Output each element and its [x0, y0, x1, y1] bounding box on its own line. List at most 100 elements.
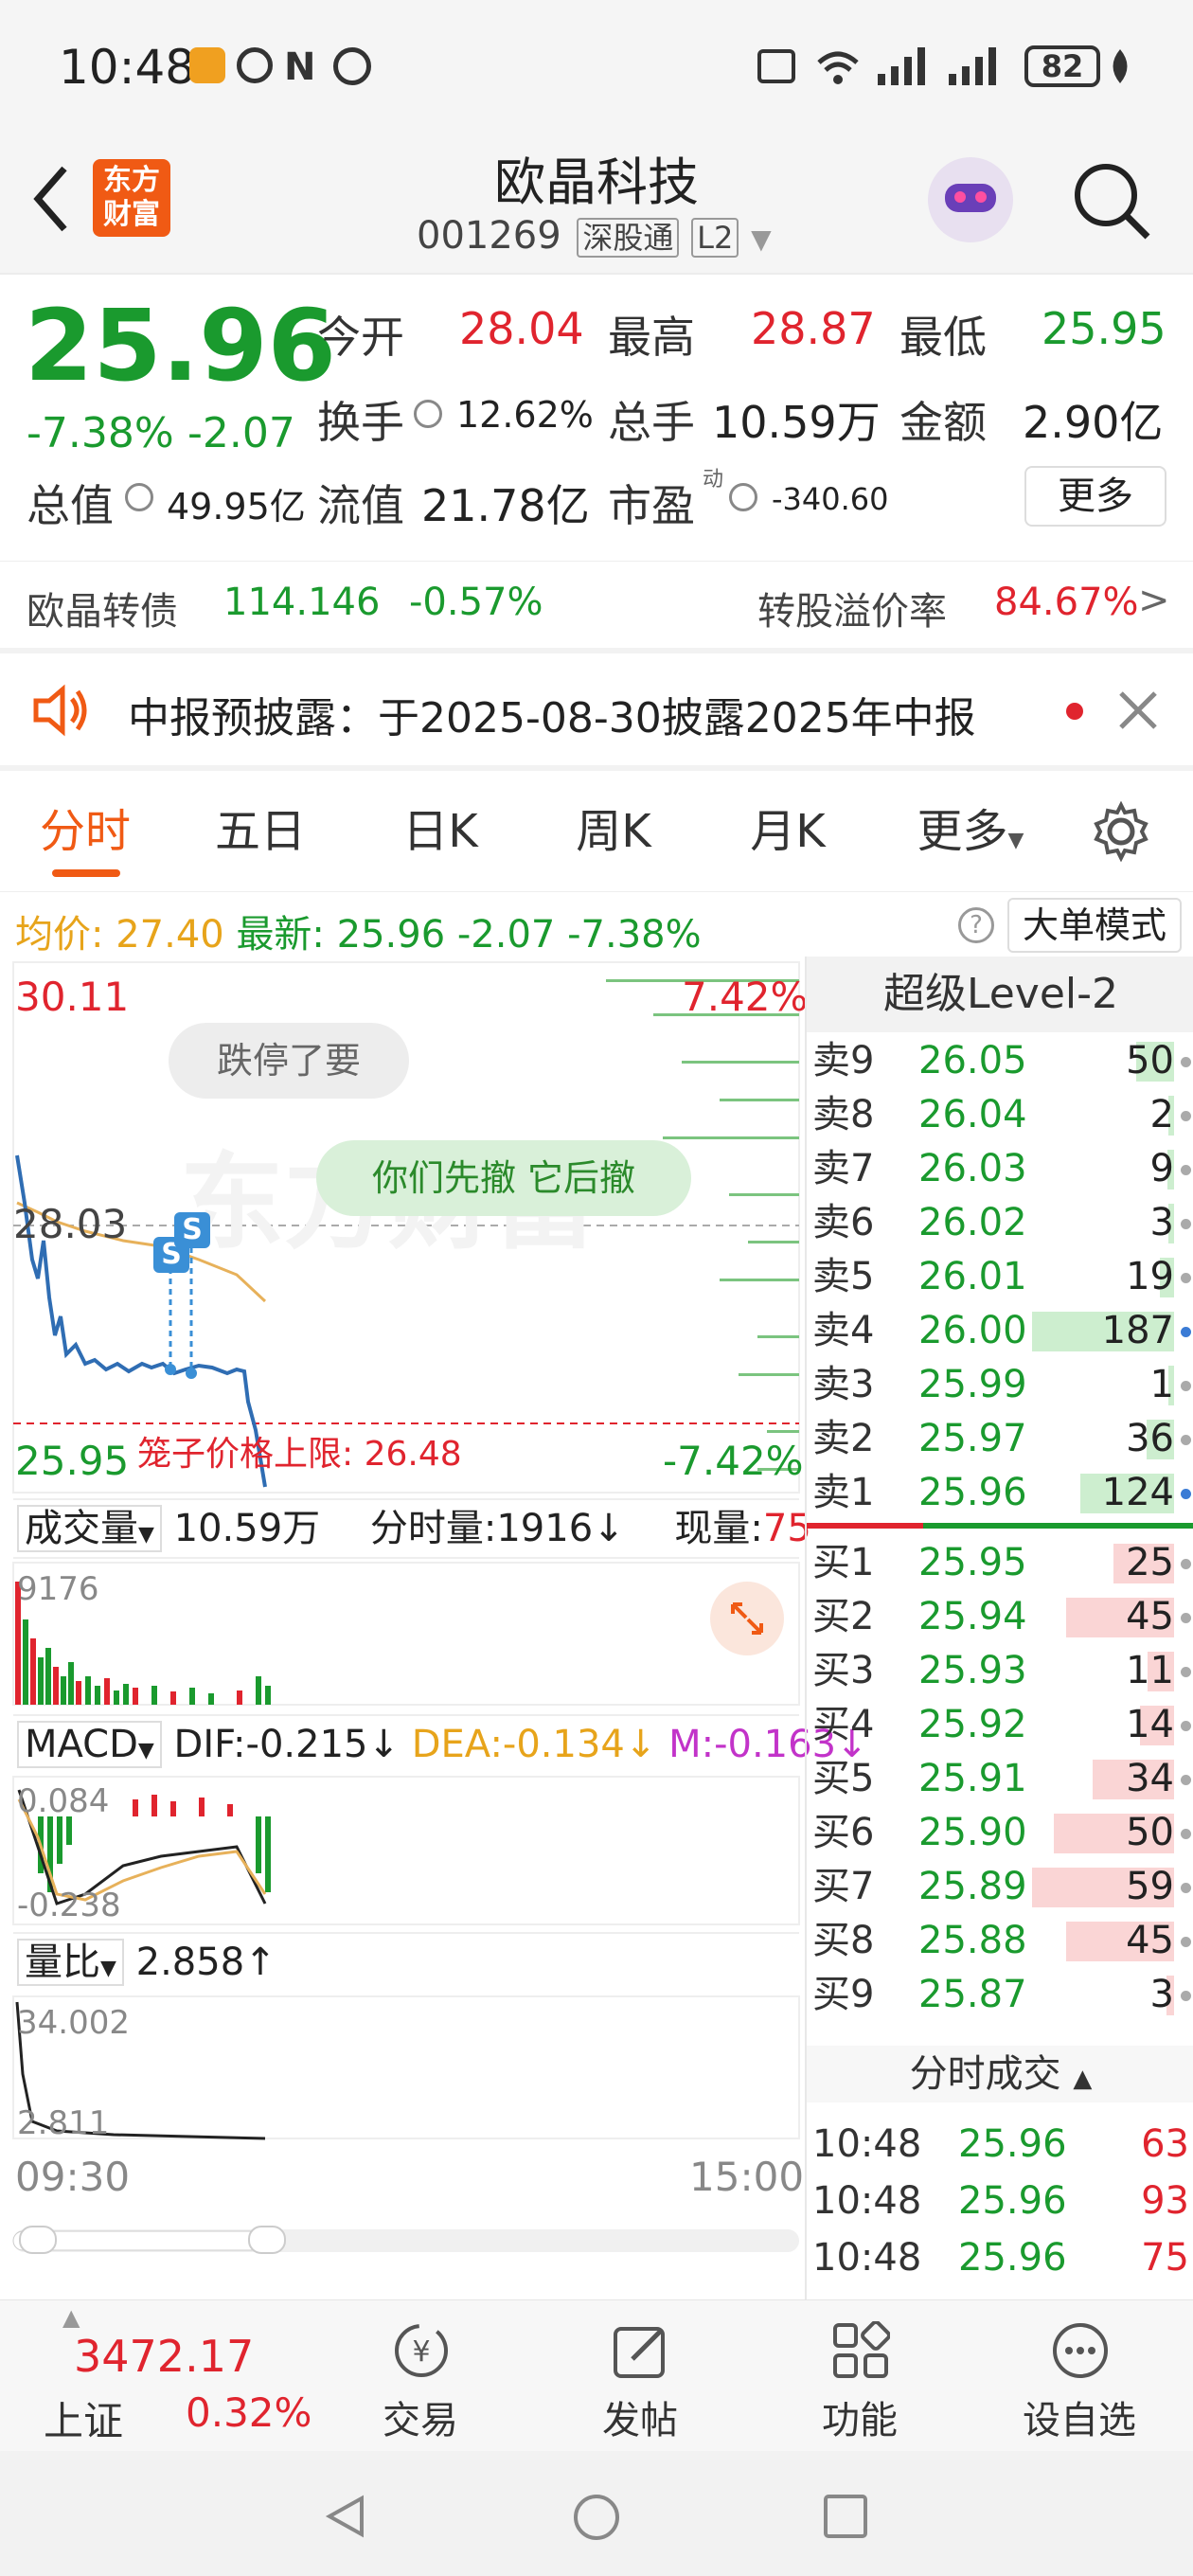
bid-level-label: 买7	[812, 1865, 875, 1908]
trades-header[interactable]: 分时成交 ▲	[807, 2046, 1193, 2102]
bid-row[interactable]: 买4 25.92 14	[807, 1698, 1193, 1752]
bid-row[interactable]: 买1 25.95 25	[807, 1536, 1193, 1590]
convertible-bond-row[interactable]: 欧晶转债 114.146 -0.57% 转股溢价率 84.67% >	[0, 561, 1193, 648]
book-divider	[807, 1523, 1193, 1529]
tab-more[interactable]: 更多▼	[899, 771, 1042, 892]
level-dot-icon	[1181, 1165, 1191, 1175]
alarm-icon	[333, 47, 371, 85]
nav-function[interactable]: 功能	[765, 2300, 954, 2452]
ask-price: 26.02	[918, 1201, 1027, 1244]
gear-icon[interactable]	[1091, 801, 1151, 862]
search-icon[interactable]	[1070, 159, 1155, 244]
sell-marker-icon[interactable]: S	[174, 1212, 210, 1248]
ask-level-label: 卖9	[812, 1039, 875, 1082]
index-name[interactable]: 上证	[44, 2389, 123, 2447]
chart-bottom-pct: -7.42%	[663, 1438, 804, 1484]
ask-volume: 19	[1126, 1255, 1174, 1298]
ask-row[interactable]: 卖4 26.00 187	[807, 1304, 1193, 1358]
ask-price: 26.03	[918, 1147, 1027, 1190]
level-dot-icon	[1181, 1489, 1191, 1499]
close-icon[interactable]	[1117, 689, 1159, 731]
bid-row[interactable]: 买8 25.88 45	[807, 1914, 1193, 1968]
low-value: 25.95	[1042, 303, 1166, 354]
level2-title[interactable]: 超级Level-2	[807, 957, 1193, 1032]
robot-avatar[interactable]	[928, 157, 1013, 242]
ask-row[interactable]: 卖9 26.05 50	[807, 1034, 1193, 1088]
macd-dea: DEA:-0.134↓	[411, 1723, 657, 1766]
turnover-label: 换手	[317, 397, 404, 448]
info-icon[interactable]	[414, 400, 442, 428]
expand-button[interactable]	[710, 1582, 784, 1655]
tab-5day[interactable]: 五日	[194, 771, 327, 892]
bid-row[interactable]: 买6 25.90 50	[807, 1806, 1193, 1860]
ratio-dropdown[interactable]: 量比▼	[17, 1939, 124, 1986]
big-order-mode-button[interactable]: 大单模式	[1007, 898, 1182, 953]
trade-price: 25.96	[958, 2122, 1067, 2166]
volume-header: 成交量▼ 10.59万 分时量:1916↓ 现量:75	[13, 1498, 811, 1559]
comment-bubble-1[interactable]: 跌停了要	[169, 1023, 409, 1099]
bid-volume: 45	[1126, 1595, 1174, 1638]
ask-row[interactable]: 卖2 25.97 36	[807, 1412, 1193, 1466]
tab-monthly[interactable]: 月K	[721, 771, 854, 892]
ask-row[interactable]: 卖6 26.02 3	[807, 1196, 1193, 1250]
notice-bar[interactable]: 中报预披露：于2025-08-30披露2025年中报	[0, 653, 1193, 765]
comment-bubble-2[interactable]: 你们先撤 它后撤	[316, 1140, 691, 1216]
nav-add-watch[interactable]: 设自选	[985, 2300, 1174, 2452]
bid-level-label: 买1	[812, 1541, 875, 1584]
nav-trade[interactable]: ¥ 交易	[326, 2300, 515, 2452]
bid-price: 25.90	[918, 1811, 1027, 1854]
nav-post[interactable]: 发帖	[545, 2300, 735, 2452]
avg-label: 均价:	[15, 913, 104, 957]
volume-label: 总手	[608, 397, 695, 448]
last-price: 25.96	[25, 288, 336, 403]
bid-row[interactable]: 买9 25.87 3	[807, 1968, 1193, 2022]
vol-total: 10.59万	[173, 1507, 321, 1550]
macd-dropdown[interactable]: MACD▼	[17, 1721, 162, 1768]
ask-volume: 36	[1126, 1417, 1174, 1460]
amount-value: 2.90亿	[1023, 397, 1164, 448]
watch-label: 设自选	[1023, 2399, 1136, 2442]
ask-row[interactable]: 卖5 26.01 19	[807, 1250, 1193, 1304]
mktcap-info-icon[interactable]	[125, 483, 153, 511]
bid-row[interactable]: 买5 25.91 34	[807, 1752, 1193, 1806]
back-triangle-icon[interactable]	[322, 2493, 369, 2540]
bid-row[interactable]: 买3 25.93 11	[807, 1644, 1193, 1698]
bid-row[interactable]: 买2 25.94 45	[807, 1590, 1193, 1644]
ask-level-label: 卖5	[812, 1255, 875, 1298]
svg-text:¥: ¥	[412, 2335, 430, 2369]
wifi-icon	[817, 51, 859, 84]
battery-icon: 82	[1024, 45, 1100, 87]
help-icon[interactable]: ?	[958, 907, 994, 943]
vibrate-icon	[757, 49, 795, 83]
last-value: 25.96	[336, 913, 446, 957]
intraday-chart-area[interactable]: 30.11 7.42% 28.03 25.95 -7.42% 东方财富 跌停了要…	[0, 957, 868, 2301]
volume-dropdown[interactable]: 成交量▼	[17, 1505, 162, 1552]
pe-info-icon[interactable]	[729, 483, 757, 511]
level-dot-icon	[1181, 1057, 1191, 1067]
more-button[interactable]: 更多	[1024, 466, 1166, 527]
home-circle-icon[interactable]	[572, 2493, 621, 2542]
ask-volume: 124	[1101, 1471, 1174, 1514]
tab-weekly[interactable]: 周K	[547, 771, 680, 892]
stock-code-row[interactable]: 001269 深股通 L2 ▼	[417, 214, 772, 261]
tab-indicator	[52, 869, 120, 877]
grid-icon	[833, 2321, 890, 2378]
scroll-handle-left[interactable]	[19, 2226, 57, 2254]
tab-daily[interactable]: 日K	[374, 771, 507, 892]
index-pct[interactable]: 0.32%	[186, 2389, 312, 2436]
high-value: 28.87	[751, 303, 876, 354]
open-value: 28.04	[459, 303, 584, 354]
ask-volume: 187	[1101, 1309, 1174, 1352]
ask-row[interactable]: 卖3 25.99 1	[807, 1358, 1193, 1412]
level-dot-icon	[1181, 1559, 1191, 1569]
recents-square-icon[interactable]	[822, 2493, 869, 2540]
ask-row[interactable]: 卖1 25.96 124	[807, 1466, 1193, 1520]
caret-down-icon: ▼	[751, 224, 772, 255]
bid-row[interactable]: 买7 25.89 59	[807, 1860, 1193, 1914]
ask-row[interactable]: 卖7 26.03 9	[807, 1142, 1193, 1196]
ask-row[interactable]: 卖8 26.04 2	[807, 1088, 1193, 1142]
index-value[interactable]: 3472.17	[74, 2331, 254, 2382]
scroll-handle-right[interactable]	[248, 2226, 286, 2254]
ask-level-label: 卖1	[812, 1471, 875, 1514]
trades-title: 分时成交	[909, 2052, 1061, 2096]
